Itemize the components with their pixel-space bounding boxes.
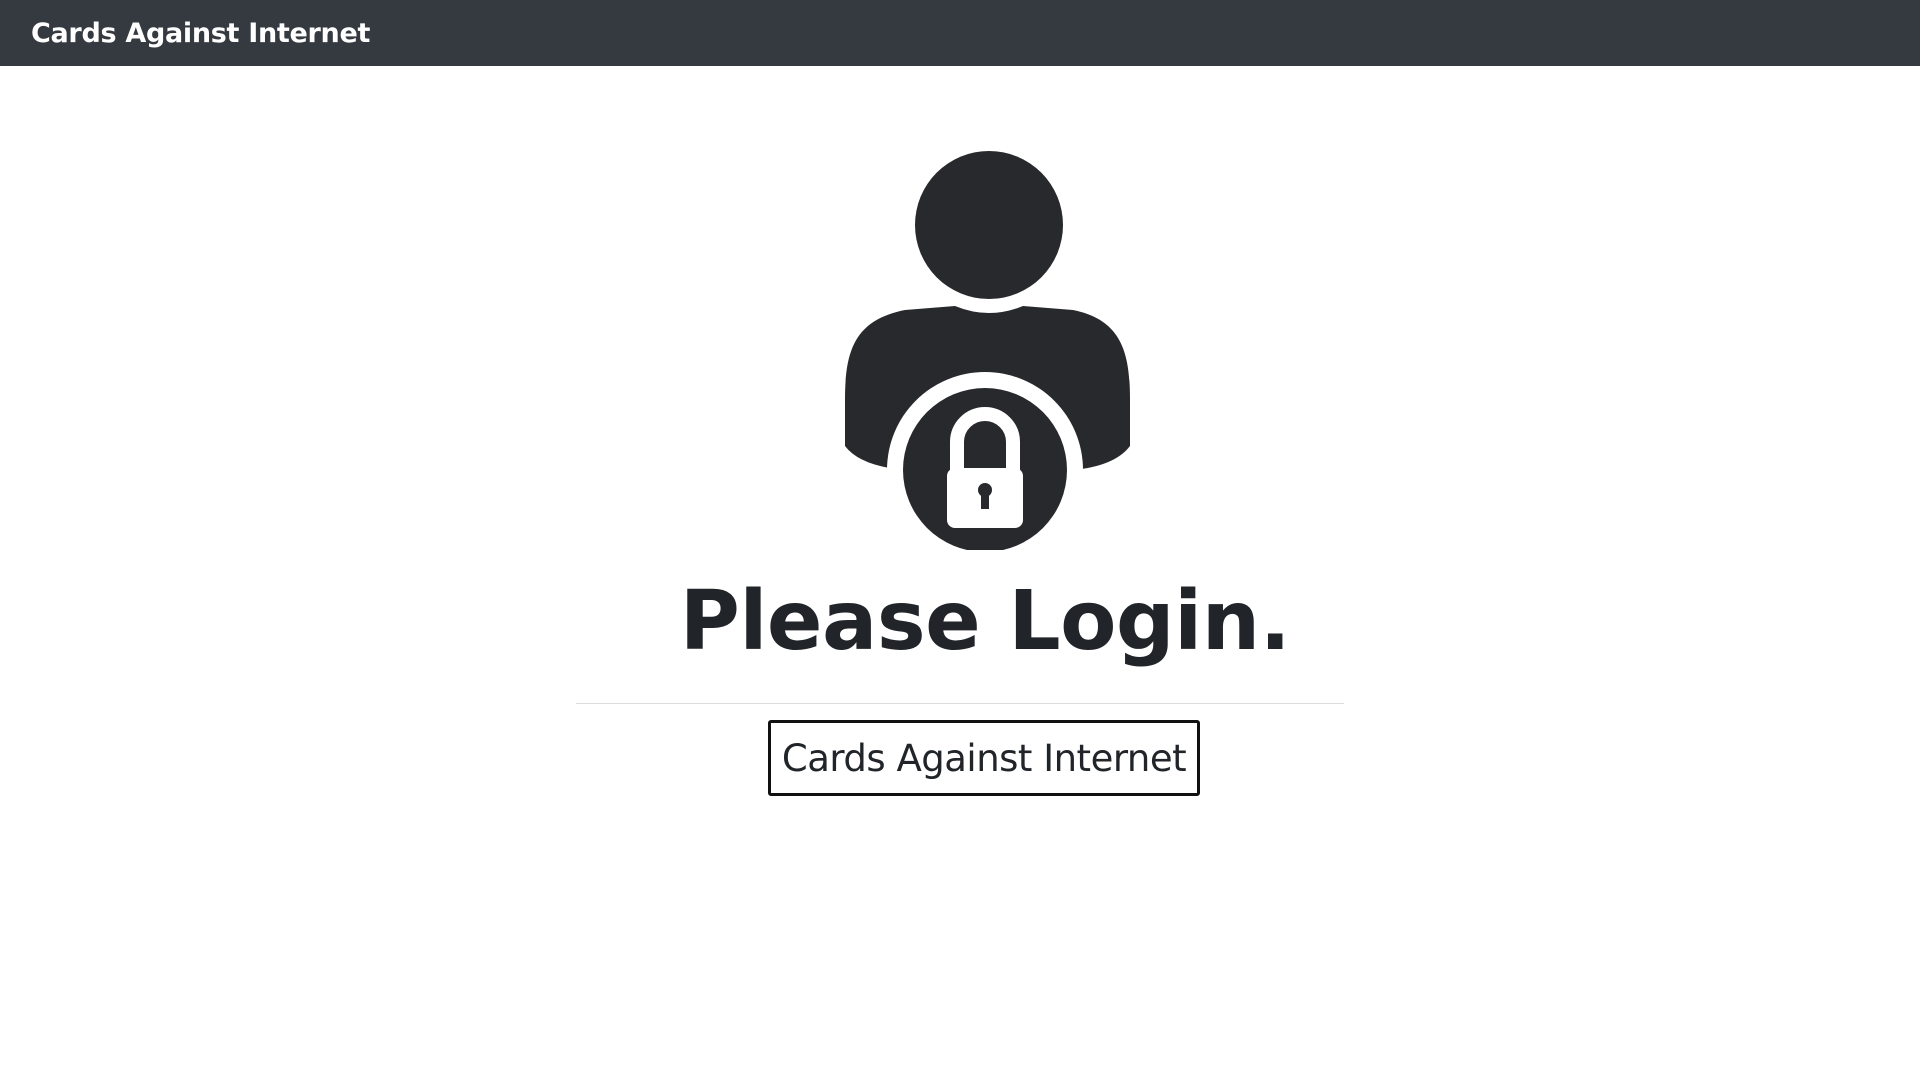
page-title: Please Login. <box>679 574 1291 669</box>
login-page: Please Login. Cards Against Internet <box>0 66 1920 1081</box>
navbar-brand[interactable]: Cards Against Internet <box>31 18 370 49</box>
top-navbar: Cards Against Internet <box>0 0 1920 66</box>
user-lock-icon <box>845 151 1130 550</box>
login-button[interactable]: Cards Against Internet <box>768 720 1200 796</box>
divider <box>576 703 1344 704</box>
